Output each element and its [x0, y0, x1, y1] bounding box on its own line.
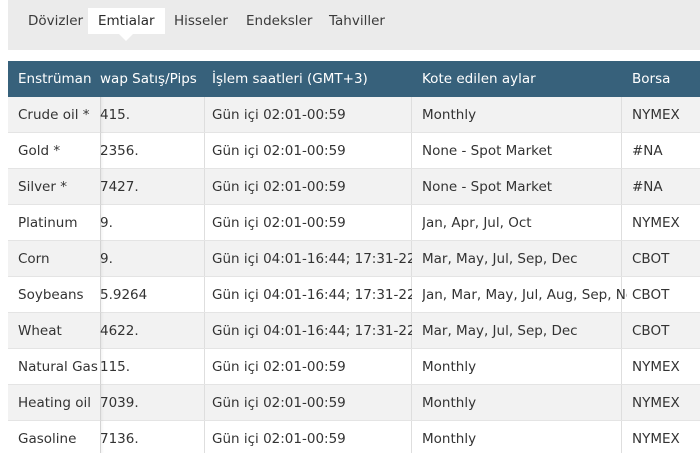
- tab-hisseler[interactable]: Hisseler: [164, 8, 238, 34]
- cell-swap-sell-pips: .9: [100, 215, 113, 231]
- tab-tahviller[interactable]: Tahviller: [319, 8, 395, 34]
- tab-dovizler[interactable]: Dövizler: [18, 8, 93, 34]
- cell-trading-hours: Gün içi 02:01-00:59: [212, 395, 346, 411]
- cell-quoted-months: Monthly: [422, 395, 477, 411]
- cell-exchange: NYMEX: [632, 359, 680, 375]
- cell-exchange: NYMEX: [632, 431, 680, 447]
- cell-swap-sell-pips: .7427: [100, 179, 139, 195]
- cell-quoted-months: Mar, May, Jul, Sep, Dec: [422, 323, 578, 339]
- cell-exchange: #NA: [632, 143, 663, 159]
- column-divider: [204, 421, 205, 453]
- cell-instrument: Natural Gas: [18, 359, 98, 375]
- cell-trading-hours: Gün içi 04:01-16:44; 17:31-22:14: [212, 287, 412, 303]
- cell-instrument: Crude oil *: [18, 107, 90, 123]
- cell-instrument: Gasoline: [18, 431, 77, 447]
- cell-exchange: CBOT: [632, 251, 670, 267]
- cell-swap-sell-pips: .4622: [100, 323, 139, 339]
- commodities-table: Enstrüman wap Satış/Pips İşlem saatleri …: [8, 61, 700, 453]
- cell-quoted-months: Jan, Apr, Jul, Oct: [422, 215, 532, 231]
- cell-trading-hours: Gün içi 02:01-00:59: [212, 107, 346, 123]
- cell-trading-hours: Gün içi 02:01-00:59: [212, 179, 346, 195]
- table-row: Natural Gas .115 Gün içi 02:01-00:59 Monthl…: [8, 349, 700, 385]
- header-exchange[interactable]: Borsa: [632, 61, 700, 97]
- table-row: Platinum .9 Gün içi 02:01-00:59 Jan, Apr, J…: [8, 205, 700, 241]
- cell-exchange: #NA: [632, 179, 663, 195]
- cell-quoted-months: Monthly: [422, 359, 477, 375]
- cell-quoted-months: Monthly: [422, 431, 477, 447]
- cell-swap-sell-pips: .415: [100, 107, 131, 123]
- cell-instrument: Soybeans: [18, 287, 84, 303]
- header-instrument[interactable]: Enstrüman: [18, 61, 108, 97]
- cell-quoted-months: None - Spot Market: [422, 143, 553, 159]
- cell-trading-hours: Gün içi 02:01-00:59: [212, 431, 346, 447]
- cell-swap-sell-pips: 5.9264: [100, 287, 148, 303]
- cell-quoted-months: Monthly: [422, 107, 477, 123]
- cell-exchange: CBOT: [632, 323, 670, 339]
- cell-trading-hours: Gün içi 02:01-00:59: [212, 215, 346, 231]
- cell-instrument: Corn: [18, 251, 50, 267]
- cell-swap-sell-pips: .115: [100, 359, 131, 375]
- cell-quoted-months: Mar, May, Jul, Sep, Dec: [422, 251, 578, 267]
- cell-instrument: Heating oil: [18, 395, 91, 411]
- table-header: Enstrüman wap Satış/Pips İşlem saatleri …: [8, 61, 700, 97]
- table-row: Silver * .7427 Gün içi 02:01-00:59 None - S…: [8, 169, 700, 205]
- table-row: Gasoline .7136 Gün içi 02:01-00:59 Monthly N…: [8, 421, 700, 453]
- column-divider: [204, 133, 205, 168]
- column-divider: [204, 313, 205, 348]
- header-quoted-months[interactable]: Kote edilen aylar: [422, 61, 627, 97]
- cell-swap-sell-pips: .2356: [100, 143, 139, 159]
- cell-exchange: NYMEX: [632, 215, 680, 231]
- column-divider: [204, 385, 205, 420]
- table-row: Soybeans 5.9264 Gün içi 04:01-16:44; 17:31…: [8, 277, 700, 313]
- cell-instrument: Silver *: [18, 179, 67, 195]
- column-divider: [204, 205, 205, 240]
- cell-instrument: Gold *: [18, 143, 61, 159]
- column-divider: [204, 241, 205, 276]
- cell-exchange: CBOT: [632, 287, 670, 303]
- cell-trading-hours: Gün içi 04:01-16:44; 17:31-22:14: [212, 323, 412, 339]
- header-swap-sell-pips[interactable]: wap Satış/Pips: [100, 61, 204, 97]
- frozen-column-shadow: [100, 97, 104, 453]
- cell-trading-hours: Gün içi 04:01-16:44; 17:31-22:14: [212, 251, 412, 267]
- column-divider: [204, 277, 205, 312]
- cell-exchange: NYMEX: [632, 395, 680, 411]
- cell-trading-hours: Gün içi 02:01-00:59: [212, 143, 346, 159]
- tab-endeksler[interactable]: Endeksler: [236, 8, 322, 34]
- table-row: Crude oil * .415 Gün içi 02:01-00:59 Monthl…: [8, 97, 700, 133]
- column-divider: [204, 97, 205, 132]
- cell-exchange: NYMEX: [632, 107, 680, 123]
- cell-trading-hours: Gün içi 02:01-00:59: [212, 359, 346, 375]
- tab-bar: Dövizler Emtialar Hisseler Endeksler Tah…: [8, 0, 700, 50]
- cell-instrument: Platinum: [18, 215, 78, 231]
- cell-swap-sell-pips: .7039: [100, 395, 139, 411]
- cell-quoted-months: Jan, Mar, May, Jul, Aug, Sep, Nov: [422, 287, 627, 303]
- column-divider: [204, 349, 205, 384]
- cell-quoted-months: None - Spot Market: [422, 179, 553, 195]
- header-trading-hours[interactable]: İşlem saatleri (GMT+3): [212, 61, 412, 97]
- table-row: Heating oil .7039 Gün içi 02:01-00:59 Month…: [8, 385, 700, 421]
- table-row: Gold * .2356 Gün içi 02:01-00:59 None - Spo…: [8, 133, 700, 169]
- table-row: Wheat .4622 Gün içi 04:01-16:44; 17:31-22:…: [8, 313, 700, 349]
- column-divider: [204, 169, 205, 204]
- cell-swap-sell-pips: .7136: [100, 431, 139, 447]
- cell-instrument: Wheat: [18, 323, 62, 339]
- table-row: Corn .9 Gün içi 04:01-16:44; 17:31-22:14 Ma…: [8, 241, 700, 277]
- cell-swap-sell-pips: .9: [100, 251, 113, 267]
- tab-emtialar[interactable]: Emtialar: [88, 8, 165, 41]
